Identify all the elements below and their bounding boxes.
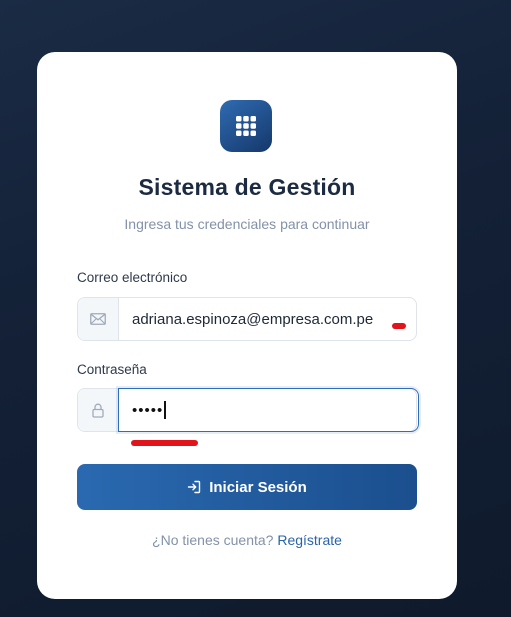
- app-logo: [220, 100, 272, 152]
- password-label: Contraseña: [77, 362, 147, 377]
- signup-prompt-text: ¿No tienes cuenta?: [152, 532, 274, 548]
- login-button-label: Iniciar Sesión: [209, 478, 307, 496]
- envelope-icon: [90, 313, 106, 325]
- grid-icon: [236, 116, 256, 136]
- password-field[interactable]: •••••: [77, 388, 419, 432]
- password-masked-value: •••••: [132, 401, 164, 419]
- password-addon: [78, 389, 119, 431]
- password-input[interactable]: •••••: [119, 389, 416, 431]
- page-subtitle: Ingresa tus credenciales para continuar: [124, 216, 370, 232]
- sign-in-icon: [188, 480, 201, 494]
- email-label: Correo electrónico: [77, 270, 188, 285]
- text-caret: [164, 401, 166, 419]
- annotation-underline: [131, 440, 198, 446]
- page-title: Sistema de Gestión: [138, 174, 356, 200]
- email-field[interactable]: adriana.espinoza@empresa.com.pe: [77, 297, 417, 341]
- register-link[interactable]: Regístrate: [277, 532, 342, 548]
- annotation-mark: [392, 323, 406, 329]
- lock-icon: [92, 403, 104, 418]
- signup-prompt: ¿No tienes cuenta? Regístrate: [37, 532, 457, 548]
- login-button[interactable]: Iniciar Sesión: [77, 464, 417, 510]
- email-addon: [78, 298, 119, 340]
- login-card: Sistema de Gestión Ingresa tus credencia…: [37, 52, 457, 599]
- email-input[interactable]: adriana.espinoza@empresa.com.pe: [119, 298, 416, 340]
